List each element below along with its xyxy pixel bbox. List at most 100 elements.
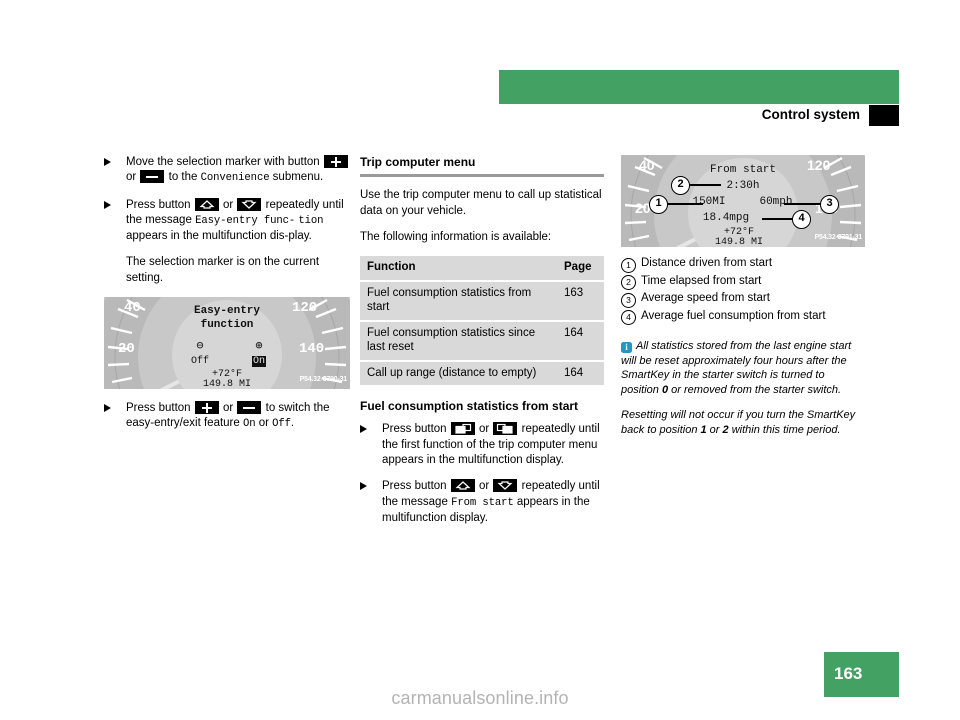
table-row: Fuel consumption statistics from start 1… (360, 280, 604, 322)
bullet-triangle-icon (104, 404, 111, 413)
bullet-triangle-icon (360, 482, 367, 491)
plus-symbol-icon: ⊕ (255, 339, 263, 354)
trip-computer-intro-2: The following information is available: (360, 230, 552, 243)
conjunction-or-1: or (222, 198, 234, 211)
callout-3: 3 (820, 195, 839, 214)
figure-from-start-display: From start 2:30h 150MI 60mph 18.4mpg +72… (621, 155, 865, 247)
table-row: Fuel consumption statistics since last r… (360, 320, 604, 362)
callout-4: 4 (792, 210, 811, 229)
sentence-period: . (290, 417, 295, 430)
legend-label-3: Average speed from start (641, 292, 770, 304)
figure-photo-id: P54.32-3790-31 (299, 375, 348, 383)
up-arrow-button-icon (450, 479, 475, 493)
figure-easy-entry-display: Easy-entry function ⊖ ⊕ Off On +72°F 149… (104, 297, 350, 390)
leader-line-2 (685, 184, 721, 186)
table-cell-page: 163 (556, 280, 604, 322)
legend-number-1: 1 (621, 257, 636, 273)
table-cell-function: Fuel consumption statistics since last r… (360, 320, 556, 362)
bullet-triangle-icon (360, 425, 367, 434)
display-message-line2: tion (298, 214, 324, 227)
section-divider (360, 174, 604, 178)
value-off: Off (272, 418, 291, 431)
chapter-marker (869, 105, 899, 126)
page-title: Controls in detail (819, 7, 948, 24)
table-header-row: Function Page (360, 256, 604, 282)
selection-marker-note: The selection marker is on the current s… (126, 256, 320, 284)
instruction-text-2: to the (168, 171, 198, 184)
display-message-line1: Easy-entry func- (195, 214, 296, 227)
down-arrow-button-icon (493, 479, 518, 493)
legend-number-4: 4 (621, 310, 636, 325)
display-message-from-start: From start (451, 496, 514, 509)
figure-legend: 1 Distance driven from start 2 Time elap… (621, 256, 865, 325)
table-cell-page: 164 (556, 360, 604, 388)
trip-computer-intro-1: Use the trip computer menu to call up st… (360, 189, 602, 217)
page-subtitle: Control system (761, 107, 860, 122)
display-right-button-icon (493, 422, 518, 436)
menu-name-convenience: Convenience (200, 172, 270, 185)
leader-line-1 (665, 203, 703, 205)
info-note-text-2c: or (706, 423, 723, 436)
dial-tick-20: 20 (118, 341, 135, 358)
figure-photo-id: P54.32-3791-31 (814, 233, 863, 241)
minus-button-icon (140, 170, 165, 184)
mfd-time-elapsed: 2:30h (726, 180, 760, 192)
minus-symbol-icon: ⊖ (196, 339, 204, 354)
instruction-press-arrow-from-start: Press button or repeatedly until the mes… (360, 479, 604, 526)
legend-number-2: 2 (621, 275, 636, 290)
list-item: 1 Distance driven from start (621, 256, 865, 273)
table-row: Call up range (distance to empty) 164 (360, 360, 604, 388)
dial-tick-120: 120 (807, 157, 831, 173)
right-column: From start 2:30h 150MI 60mph 18.4mpg +72… (621, 155, 865, 448)
table-cell-page: 164 (556, 320, 604, 362)
instruction-text-3: submenu. (272, 171, 324, 184)
header-banner (499, 70, 899, 104)
conjunction-or-1: or (478, 480, 490, 493)
conjunction-or-1: or (222, 402, 234, 415)
legend-label-2: Time elapsed from start (641, 274, 762, 287)
table-header-function: Function (360, 256, 556, 282)
value-on: On (242, 418, 256, 431)
dial-tick-140: 140 (299, 341, 325, 358)
info-note-paragraph-1: i All statistics stored from the last eng… (621, 339, 865, 397)
dial-tick-40: 40 (639, 157, 655, 173)
instruction-text-1: Press button (382, 480, 447, 493)
section-heading-trip-computer: Trip computer menu (360, 155, 476, 169)
leader-line-4 (762, 218, 794, 220)
list-item: 3 Average speed from start (621, 291, 865, 308)
up-arrow-button-icon (194, 197, 219, 211)
info-note-text-2e: within this time period. (728, 423, 841, 436)
conjunction-or-1: or (126, 171, 137, 184)
left-column: Move the selection marker with button or… (104, 155, 350, 444)
plus-button-icon (194, 401, 219, 415)
list-item: 4 Average fuel consumption from start (621, 309, 865, 325)
subsection-heading-fuel-stats: Fuel consumption statistics from start (360, 399, 579, 414)
legend-number-3: 3 (621, 292, 636, 308)
callout-2: 2 (671, 176, 690, 195)
conjunction-or-2: or (258, 417, 269, 430)
info-note-text-1c: or removed from the starter switch. (668, 383, 842, 396)
plus-button-icon (323, 155, 348, 168)
table-header-page: Page (556, 256, 604, 282)
conjunction-or-1: or (478, 423, 490, 436)
legend-label-4: Average fuel consumption from start (641, 309, 826, 322)
page-number: 163 (834, 664, 863, 683)
display-left-button-icon (450, 422, 475, 436)
info-icon: i (621, 342, 632, 353)
instruction-move-marker: Move the selection marker with button or… (104, 155, 350, 187)
legend-label-1: Distance driven from start (641, 257, 773, 269)
dial-tick-40: 40 (124, 300, 141, 317)
bullet-triangle-icon (104, 200, 111, 209)
list-item: 2 Time elapsed from start (621, 274, 865, 290)
leader-line-3 (784, 203, 822, 205)
instruction-press-display-button: Press button or repeatedly until the fir… (360, 422, 604, 468)
mfd-line-2: function (200, 319, 254, 332)
info-note: i All statistics stored from the last eng… (621, 339, 865, 437)
instruction-switch-easy-entry: Press button or to switch the easy-entry… (104, 401, 350, 433)
middle-column: Trip computer menu Use the trip computer… (360, 155, 604, 537)
minus-button-icon (237, 401, 262, 415)
table-cell-function: Fuel consumption statistics from start (360, 280, 556, 322)
down-arrow-button-icon (237, 197, 262, 211)
table-cell-function: Call up range (distance to empty) (360, 360, 556, 388)
instruction-text-1: Press button (126, 198, 191, 211)
